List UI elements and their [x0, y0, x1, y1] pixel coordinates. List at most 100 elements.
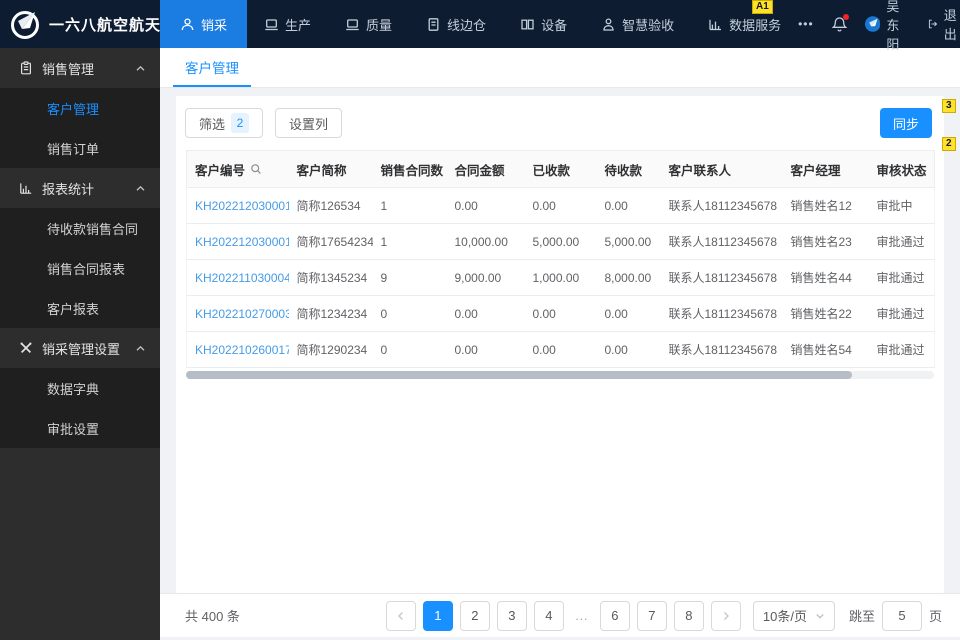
cell: 简称1345234 — [288, 259, 373, 296]
cell: 9,000.00 — [446, 259, 525, 296]
company-logo-icon — [11, 11, 39, 39]
cell: 0.00 — [446, 331, 525, 368]
page-button-8[interactable]: 8 — [673, 600, 704, 631]
prev-page-button[interactable] — [385, 600, 416, 631]
nav-item-production[interactable]: 生产 — [251, 0, 324, 48]
more-menu-button[interactable]: ••• — [798, 17, 814, 31]
col-contract-amount: 合同金额 — [446, 150, 525, 188]
document-icon — [428, 17, 439, 31]
customer-id-link[interactable]: KH202211030004 — [186, 259, 289, 296]
jump-page-input[interactable] — [881, 600, 922, 631]
nav-item-lineside-warehouse[interactable]: 线边仓 — [413, 0, 499, 48]
nav-item-data-service[interactable]: 数据服务 — [695, 0, 794, 48]
set-columns-label: 设置列 — [289, 116, 329, 132]
sidebar-group-items: 待收款销售合同 销售合同报表 客户报表 — [0, 208, 160, 328]
annotation-badge-2: 2 — [942, 137, 956, 151]
sidebar-item-approval-settings[interactable]: 审批设置 — [0, 408, 160, 448]
customer-id-link[interactable]: KH202210260017 — [186, 331, 289, 368]
brand: 一六八航空航天 — [0, 0, 160, 48]
nav-label: 生产 — [285, 17, 312, 33]
chevron-up-icon — [135, 183, 146, 194]
customer-id-link[interactable]: KH202212030001 — [186, 187, 289, 224]
sidebar-item-pending-receivable-contracts[interactable]: 待收款销售合同 — [0, 208, 160, 248]
cell: 销售姓名54 — [782, 331, 869, 368]
sidebar-item-data-dictionary[interactable]: 数据字典 — [0, 368, 160, 408]
user-menu[interactable]: 吴东阳 — [864, 0, 910, 53]
toolbar: 筛选 2 设置列 同步 — [176, 96, 944, 148]
col-receivable: 待收款 — [596, 150, 661, 188]
page-button-3[interactable]: 3 — [496, 600, 527, 631]
page-button-6[interactable]: 6 — [599, 600, 630, 631]
nav-label: 销采 — [201, 17, 228, 33]
page-button-7[interactable]: 7 — [636, 600, 667, 631]
tab-customer-management[interactable]: 客户管理 — [173, 48, 251, 87]
customer-id-link[interactable]: KH202210270003 — [186, 295, 289, 332]
nav-item-sales[interactable]: 销采 — [160, 0, 248, 48]
page-size-select[interactable]: 10条/页 — [752, 600, 835, 631]
sidebar-item-sales-contract-report[interactable]: 销售合同报表 — [0, 248, 160, 288]
set-columns-button[interactable]: 设置列 — [275, 108, 343, 138]
cell: 0.00 — [596, 187, 661, 224]
cell: 联系人18112345678 — [660, 187, 783, 224]
status-cell: 审批通过 — [868, 331, 935, 368]
next-page-button[interactable] — [710, 600, 741, 631]
sidebar-group-sales-management[interactable]: 销售管理 — [0, 48, 160, 88]
nav-item-smart-acceptance[interactable]: 智慧验收 — [588, 0, 687, 48]
notification-dot — [842, 13, 849, 20]
page-button-1[interactable]: 1 — [422, 600, 453, 631]
jump-to-label: 跳至 — [848, 609, 875, 624]
page-unit-label: 页 — [928, 609, 942, 624]
logout-button[interactable]: 退出 — [927, 5, 960, 43]
sidebar-group-sales-purchase-settings[interactable]: 销采管理设置 — [0, 328, 160, 368]
sidebar-item-sales-orders[interactable]: 销售订单 — [0, 128, 160, 168]
table-row: KH202210260017 简称1290234 0 0.00 0.00 0.0… — [186, 331, 935, 368]
chevron-down-icon — [816, 613, 824, 619]
cell: 5,000.00 — [524, 223, 597, 260]
content-card: 筛选 2 设置列 同步 客户编号 客户简称 销售合同数 合同金额 已收款 待收款… — [176, 96, 944, 593]
cell: 0.00 — [524, 295, 597, 332]
cell: 简称126534 — [288, 187, 373, 224]
nav-item-equipment[interactable]: 设备 — [507, 0, 580, 48]
cell: 联系人18112345678 — [660, 295, 783, 332]
col-customer-id[interactable]: 客户编号 — [186, 150, 289, 188]
cell: 0.00 — [446, 295, 525, 332]
chevron-left-icon — [397, 611, 403, 620]
table-row: KH202211030004 简称1345234 9 9,000.00 1,00… — [186, 259, 935, 296]
nav-item-quality[interactable]: 质量 — [332, 0, 405, 48]
col-audit-status: 审核状态 — [868, 150, 935, 188]
filter-button[interactable]: 筛选 2 — [185, 108, 264, 138]
page-ellipsis[interactable]: ... — [571, 609, 593, 623]
table-row: KH202212030001 简称126534 1 0.00 0.00 0.00… — [186, 187, 935, 224]
table-row: KH202210270003 简称1234234 0 0.00 0.00 0.0… — [186, 295, 935, 332]
col-label: 客户编号 — [195, 163, 246, 178]
customer-id-link[interactable]: KH202212030001 — [186, 223, 289, 260]
nav-label: 线边仓 — [447, 17, 487, 33]
logout-label: 退出 — [943, 8, 957, 42]
sync-button[interactable]: 同步 — [879, 108, 932, 138]
sidebar-group-report-statistics[interactable]: 报表统计 — [0, 168, 160, 208]
page-button-4[interactable]: 4 — [533, 600, 564, 631]
cell: 8,000.00 — [596, 259, 661, 296]
page-button-2[interactable]: 2 — [459, 600, 490, 631]
tab-bar: 客户管理 — [160, 48, 960, 88]
annotation-badge-a1: A1 — [752, 0, 773, 14]
cell: 0 — [372, 331, 447, 368]
sidebar-group-items: 数据字典 审批设置 — [0, 368, 160, 448]
notification-bell-icon[interactable] — [831, 13, 849, 33]
pagination-footer: 共 400 条 1 2 3 4 ... 6 7 8 10条/页 跳至 页 — [160, 593, 960, 637]
cell: 销售姓名22 — [782, 295, 869, 332]
filter-label: 筛选 — [199, 116, 226, 132]
total-count: 共 400 条 — [185, 609, 240, 624]
horizontal-scrollbar-track[interactable] — [186, 371, 934, 379]
cell: 简称1234234 — [288, 295, 373, 332]
cell: 0.00 — [596, 295, 661, 332]
sidebar-item-customer-management[interactable]: 客户管理 — [0, 88, 160, 128]
cell: 0.00 — [446, 187, 525, 224]
horizontal-scrollbar-thumb[interactable] — [186, 371, 852, 379]
page-size-value: 10条/页 — [762, 609, 807, 624]
status-cell: 审批通过 — [868, 259, 935, 296]
status-cell: 审批通过 — [868, 223, 935, 260]
search-icon[interactable] — [250, 163, 262, 175]
sidebar-group-label: 销采管理设置 — [42, 341, 121, 357]
sidebar-item-customer-report[interactable]: 客户报表 — [0, 288, 160, 328]
